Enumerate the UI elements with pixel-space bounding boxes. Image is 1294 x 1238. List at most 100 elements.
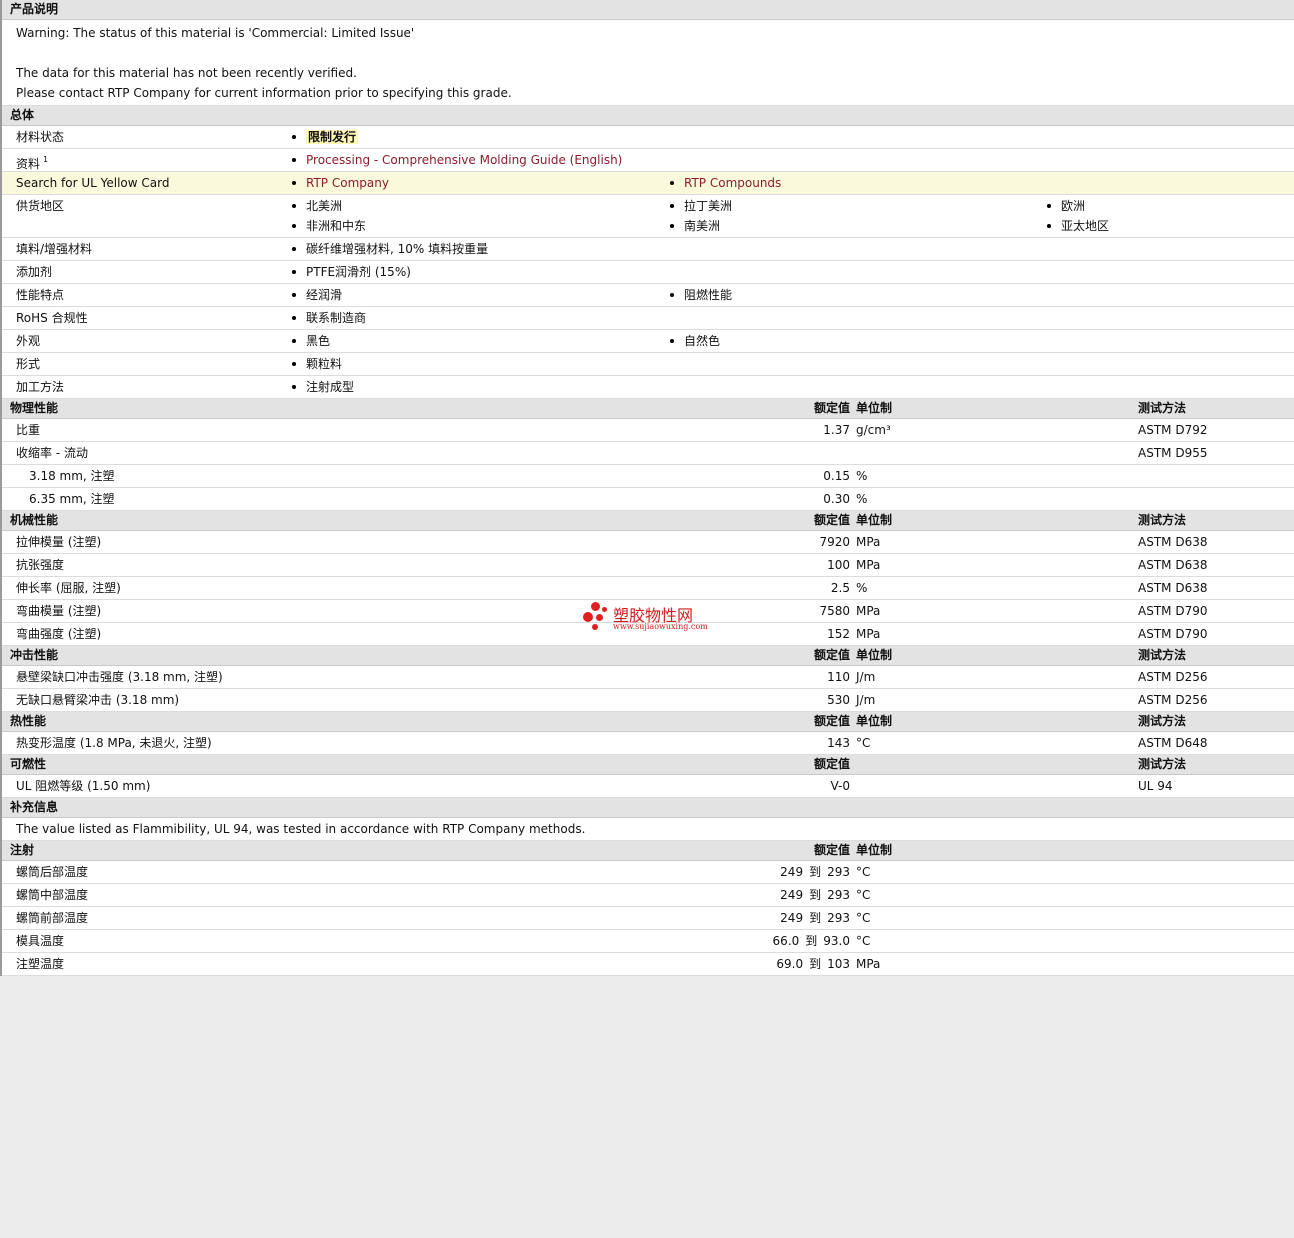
property-range: 249 到 293 xyxy=(780,861,850,883)
footnote-marker: 1 xyxy=(43,155,49,164)
property-unit: % xyxy=(856,469,868,483)
row-label: 外观 xyxy=(16,334,41,348)
verify-text: The data for this material has not been … xyxy=(16,66,357,80)
range-from: 249 xyxy=(780,888,804,902)
injection-row: 螺筒后部温度 249 到 293 °C xyxy=(2,861,1294,884)
molding-guide-link[interactable]: Processing - Comprehensive Molding Guide… xyxy=(290,149,622,171)
test-method: ASTM D648 xyxy=(1138,736,1208,750)
header-method: 测试方法 xyxy=(1138,757,1187,771)
row-features: 性能特点 经润滑 阻燃性能 xyxy=(2,284,1294,307)
region-item: 南美洲 xyxy=(668,215,720,237)
property-value: 0.30 xyxy=(823,492,850,506)
property-unit: % xyxy=(856,492,868,506)
property-label: 弯曲模量 (注塑) xyxy=(16,604,102,618)
row-supply-regions: 供货地区 北美洲 拉丁美洲 欧洲 非洲和中东 南美洲 亚太地区 xyxy=(2,195,1294,238)
bullet-item: 阻燃性能 xyxy=(668,284,732,306)
row-label: 性能特点 xyxy=(16,288,65,302)
injection-row: 螺筒中部温度 249 到 293 °C xyxy=(2,884,1294,907)
rtp-compounds-link[interactable]: RTP Compounds xyxy=(668,172,781,194)
property-label: 螺筒后部温度 xyxy=(16,865,89,879)
property-value: 1.37 xyxy=(823,423,850,437)
section-header-impact: 冲击性能 额定值 单位制 测试方法 xyxy=(2,646,1294,666)
test-method: ASTM D792 xyxy=(1138,423,1208,437)
bullet-item: 黑色 xyxy=(290,330,330,352)
range-from: 249 xyxy=(780,865,804,879)
test-method: ASTM D638 xyxy=(1138,558,1208,572)
section-header-general: 总体 xyxy=(2,106,1294,126)
header-method: 测试方法 xyxy=(1138,513,1187,527)
section-header-thermal: 热性能 额定值 单位制 测试方法 xyxy=(2,712,1294,732)
header-unit: 单位制 xyxy=(856,843,893,857)
property-value: 530 xyxy=(827,693,850,707)
row-process: 加工方法 注射成型 xyxy=(2,376,1294,399)
header-method: 测试方法 xyxy=(1138,648,1187,662)
row-rohs: RoHS 合规性 联系制造商 xyxy=(2,307,1294,330)
supplement-row: The value listed as Flammibility, UL 94,… xyxy=(2,818,1294,841)
section-title: 物理性能 xyxy=(10,401,59,415)
property-value: 7580 xyxy=(819,604,850,618)
bullet-item: 经润滑 xyxy=(290,284,342,306)
property-label: 拉伸模量 (注塑) xyxy=(16,535,102,549)
header-unit: 单位制 xyxy=(856,513,893,527)
header-value: 额定值 xyxy=(813,401,850,415)
row-ul-yellow-card: Search for UL Yellow Card RTP Company RT… xyxy=(2,172,1294,195)
header-unit: 单位制 xyxy=(856,648,893,662)
property-label: 抗张强度 xyxy=(16,558,65,572)
row-material-status: 材料状态 限制发行 xyxy=(2,126,1294,149)
property-value: 0.15 xyxy=(823,469,850,483)
property-label: 悬壁梁缺口冲击强度 (3.18 mm, 注塑) xyxy=(16,670,223,684)
rtp-company-link[interactable]: RTP Company xyxy=(290,172,389,194)
section-title: 可燃性 xyxy=(10,757,47,771)
property-value: 100 xyxy=(827,558,850,572)
property-label: 无缺口悬臂梁冲击 (3.18 mm) xyxy=(16,693,180,707)
section-header-physical: 物理性能 额定值 单位制 测试方法 xyxy=(2,399,1294,419)
property-label: 6.35 mm, 注塑 xyxy=(29,492,115,506)
property-row: 拉伸模量 (注塑) 7920 MPa ASTM D638 xyxy=(2,531,1294,554)
property-unit: MPa xyxy=(856,604,881,618)
range-to-word: 到 xyxy=(809,911,822,925)
row-filler: 填料/增强材料 碳纤维增强材料, 10% 填料按重量 xyxy=(2,238,1294,261)
property-value: 2.5 xyxy=(830,581,850,595)
row-documents: 资料 1 Processing - Comprehensive Molding G… xyxy=(2,149,1294,172)
property-unit: g/cm³ xyxy=(856,423,891,437)
property-unit: J/m xyxy=(856,693,876,707)
bullet-item: 注射成型 xyxy=(290,376,354,398)
section-header-supplement: 补充信息 xyxy=(2,798,1294,818)
section-header-mechanical: 机械性能 额定值 单位制 测试方法 xyxy=(2,511,1294,531)
property-value: 152 xyxy=(827,627,850,641)
test-method: UL 94 xyxy=(1138,779,1173,793)
section-title: 注射 xyxy=(10,843,35,857)
property-label: 比重 xyxy=(16,423,41,437)
property-row: 收缩率 - 流动 ASTM D955 xyxy=(2,442,1294,465)
row-appearance: 外观 黑色 自然色 xyxy=(2,330,1294,353)
row-additive: 添加剂 PTFE润滑剂 (15%) xyxy=(2,261,1294,284)
row-label: RoHS 合规性 xyxy=(16,311,88,325)
section-header-description: 产品说明 xyxy=(2,0,1294,20)
test-method: ASTM D790 xyxy=(1138,627,1208,641)
property-label: 注塑温度 xyxy=(16,957,65,971)
property-row: 伸长率 (屈服, 注塑) 2.5% ASTM D638 xyxy=(2,577,1294,600)
injection-rows: 螺筒后部温度 249 到 293 °C 螺筒中部温度 249 到 293 °C 螺筒前部温度 249 到… xyxy=(2,861,1294,976)
section-title: 机械性能 xyxy=(10,513,59,527)
region-item: 北美洲 xyxy=(290,195,342,217)
injection-row: 模具温度 66.0 到 93.0 °C xyxy=(2,930,1294,953)
property-range: 249 到 293 xyxy=(780,907,850,929)
header-value: 额定值 xyxy=(813,843,850,857)
property-unit: °C xyxy=(856,736,871,750)
test-method: ASTM D638 xyxy=(1138,581,1208,595)
property-label: 模具温度 xyxy=(16,934,65,948)
property-unit: °C xyxy=(856,911,871,925)
row-label: 供货地区 xyxy=(16,199,65,213)
section-title: 冲击性能 xyxy=(10,648,59,662)
contact-text: Please contact RTP Company for current i… xyxy=(16,86,512,100)
property-range: 69.0 到 103 xyxy=(776,953,850,975)
region-item: 亚太地区 xyxy=(1045,215,1109,237)
header-value: 额定值 xyxy=(813,513,850,527)
property-unit: MPa xyxy=(856,627,881,641)
watermark-logo: 塑胶物性网 www.sujiaowuxing.com xyxy=(583,600,713,634)
range-to: 93.0 xyxy=(823,934,850,948)
range-from: 249 xyxy=(780,911,804,925)
section-title: 产品说明 xyxy=(10,2,59,16)
header-unit: 单位制 xyxy=(856,714,893,728)
row-label: 添加剂 xyxy=(16,265,53,279)
